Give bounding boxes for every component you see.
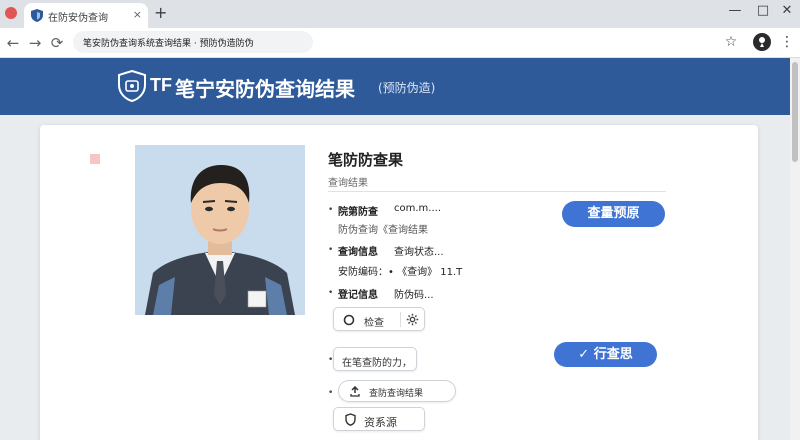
check-icon: ✓ xyxy=(578,347,594,362)
verify-button-label: 行查思 xyxy=(593,347,633,362)
divider xyxy=(328,191,666,192)
row-detail: 安防编码：• 《查询》 11.T xyxy=(338,267,463,278)
upload-field[interactable]: 查防查询结果 xyxy=(338,380,456,402)
forward-button[interactable]: → xyxy=(26,33,44,53)
shield-favicon-icon xyxy=(31,9,43,22)
browser-menu-icon[interactable]: ⋮ xyxy=(778,33,796,51)
bookmark-star-icon[interactable]: ☆ xyxy=(722,33,740,51)
result-title: 笔防防查果 xyxy=(328,151,404,169)
control-separator xyxy=(400,312,401,327)
scrollbar-thumb[interactable] xyxy=(792,62,798,162)
brand-mark: TF xyxy=(150,75,172,95)
option-selector-label: 在笔查防的力， xyxy=(342,358,412,369)
upload-icon xyxy=(350,386,360,397)
row-label: 登记信息 xyxy=(338,290,378,301)
upload-field-label: 查防查询结果 xyxy=(369,389,424,399)
shield-logo-icon xyxy=(118,70,146,102)
row-value: com.m.... xyxy=(394,203,441,214)
shield-icon xyxy=(345,413,356,426)
red-marker xyxy=(90,154,100,164)
address-bar[interactable]: 笔安防伪查询系统查询结果 · 预防伪造防伪 xyxy=(73,31,313,53)
page-content: TF 笔宁安防伪查询结果 (预防伪造) 笔防防查果 查询结果 • 院第防查 co… xyxy=(0,58,800,440)
row-label: 院第防查 xyxy=(338,207,378,218)
row-value: 查询状态... xyxy=(394,247,444,258)
row-label: 查询信息 xyxy=(338,247,378,258)
portrait-photo xyxy=(135,145,305,315)
resource-button[interactable]: 资系源 xyxy=(333,407,425,431)
tab-title: 在防安伪查询 xyxy=(48,13,108,24)
tab-strip: 在防安伪查询 × + — □ ✕ xyxy=(0,0,800,28)
row-bullet: • xyxy=(328,205,334,215)
result-subtitle: 查询结果 xyxy=(328,178,368,189)
result-card: 笔防防查果 查询结果 • 院第防查 com.m.... 防伪查询《查询结果 • … xyxy=(40,125,758,440)
address-text: 笔安防伪查询系统查询结果 · 预防伪造防伪 xyxy=(83,39,254,49)
close-window-button[interactable]: ✕ xyxy=(780,3,794,18)
recording-indicator-icon xyxy=(5,7,17,19)
minimize-button[interactable]: — xyxy=(728,3,742,18)
row-bullet: • xyxy=(328,388,334,398)
tab-close-icon[interactable]: × xyxy=(133,8,142,21)
browser-tab[interactable]: 在防安伪查询 × xyxy=(24,3,148,28)
primary-action-button[interactable]: 查量预原 xyxy=(562,201,665,227)
row-bullet: • xyxy=(328,288,334,298)
page-title: 笔宁安防伪查询结果 xyxy=(175,77,355,101)
option-selector[interactable]: 在笔查防的力， xyxy=(333,347,417,371)
verify-button[interactable]: ✓ 行查思 xyxy=(554,342,657,367)
back-button[interactable]: ← xyxy=(4,33,22,53)
site-header: TF 笔宁安防伪查询结果 (预防伪造) xyxy=(0,58,790,115)
maximize-button[interactable]: □ xyxy=(756,3,770,18)
page-subtitle: (预防伪造) xyxy=(378,81,436,95)
reload-button[interactable]: ⟳ xyxy=(48,33,66,53)
gear-icon[interactable] xyxy=(406,313,419,326)
primary-action-label: 查量预原 xyxy=(587,206,640,221)
check-control[interactable]: 检查 xyxy=(333,307,425,331)
new-tab-button[interactable]: + xyxy=(154,4,167,22)
profile-avatar-icon[interactable] xyxy=(753,33,771,51)
browser-toolbar: ← → ⟳ 笔安防伪查询系统查询结果 · 预防伪造防伪 ☆ ⋮ xyxy=(0,28,800,58)
resource-button-label: 资系源 xyxy=(364,416,397,429)
row-value: 防伪码... xyxy=(394,290,434,301)
circle-icon xyxy=(343,314,355,326)
row-bullet: • xyxy=(328,245,334,255)
check-control-label: 检查 xyxy=(364,318,384,329)
row-detail: 防伪查询《查询结果 xyxy=(338,225,428,236)
page-scrollbar[interactable] xyxy=(790,58,800,440)
